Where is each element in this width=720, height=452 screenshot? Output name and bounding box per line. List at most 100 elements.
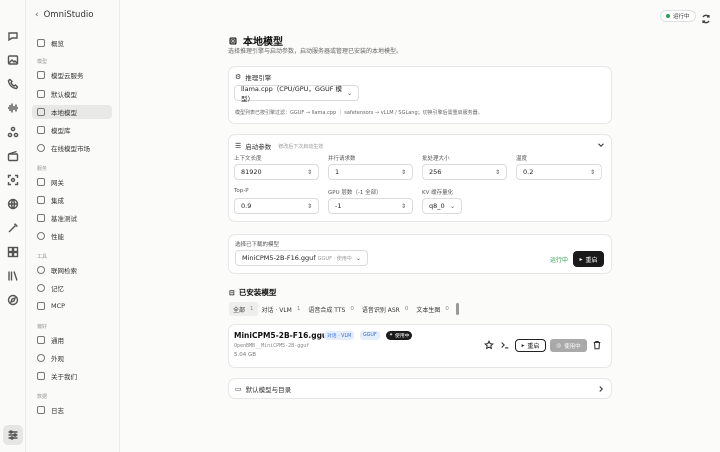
activity-icon	[37, 214, 45, 222]
sidebar-item-mcp[interactable]: MCP	[32, 299, 138, 313]
library-icon[interactable]	[6, 269, 20, 283]
icon-rail	[0, 0, 26, 452]
restart-server-button[interactable]: ▸ 重启	[573, 251, 604, 267]
temp-input[interactable]: 0.2 ⇕	[516, 164, 602, 180]
sidebar-item-benchmark[interactable]: 基准测试	[32, 211, 138, 225]
app-window: ‹ OmniStudio 概览 模型 模型云服务 默认模型 本地模型 模型库 在…	[0, 0, 720, 452]
globe-icon	[37, 266, 45, 274]
play-icon: ▸	[521, 342, 525, 349]
settings-sliders-icon[interactable]	[3, 425, 23, 445]
info-icon	[37, 372, 45, 380]
default-models-row: ▭ 默认模型与目录	[235, 385, 292, 394]
sliders-icon	[37, 90, 45, 98]
engine-select[interactable]: llama.cpp（CPU/GPU，GGUF 模型） ⌄	[234, 85, 359, 103]
agents-icon[interactable]	[6, 125, 20, 139]
gpu-layers-input[interactable]: -1 ⇕	[328, 198, 413, 214]
kv-cache-select[interactable]: q8_0 ⌄	[422, 198, 462, 214]
gauge-icon	[37, 232, 45, 240]
sliders-icon: ☰	[235, 142, 242, 150]
stepper-icon: ⇕	[400, 168, 406, 176]
sidebar-item-local[interactable]: 本地模型	[32, 105, 112, 119]
sidebar-item-overview[interactable]: 概览	[32, 36, 138, 50]
folder-icon: ▭	[235, 385, 242, 393]
star-icon[interactable]	[483, 339, 495, 351]
tabs-scrollbar[interactable]	[455, 303, 459, 315]
sidebar-item-appearance[interactable]: 外观	[32, 351, 138, 365]
in-use-button[interactable]: ◎ 使用中	[550, 339, 587, 352]
server-status-pill[interactable]: 运行中	[660, 10, 696, 22]
tab-tts[interactable]: 语音合成 TTS 0	[304, 302, 357, 316]
running-status: 运行中	[550, 257, 569, 264]
plug-icon	[37, 178, 45, 186]
back-link[interactable]: ‹ OmniStudio	[35, 10, 93, 20]
chip-format: GGUF	[360, 331, 380, 340]
trash-icon[interactable]	[591, 339, 603, 351]
batch-label: 批处理大小	[422, 156, 450, 162]
installed-section-title: ⊟ 已安装模型	[229, 288, 277, 297]
drive-icon: ⊟	[229, 288, 235, 297]
sidebar-item-logs[interactable]: 日志	[32, 403, 138, 417]
kv-cache-label: KV 缓存量化	[422, 190, 454, 196]
top-p-input[interactable]: 0.9 ⇕	[234, 198, 319, 214]
clapper-icon[interactable]	[6, 149, 20, 163]
wand-icon[interactable]	[6, 221, 20, 235]
installed-tabs: 全部 1 对话 · VLM 1 语音合成 TTS 0 语音识别 ASR 0 文本生图 0	[229, 302, 459, 316]
chip-icon	[37, 108, 45, 116]
globe-icon[interactable]	[6, 197, 20, 211]
stepper-icon: ⇕	[306, 202, 312, 210]
phone-icon[interactable]	[6, 77, 20, 91]
ctx-input[interactable]: 81920 ⇕	[234, 164, 319, 180]
sidebar-item-market[interactable]: 在线模型市场	[32, 141, 138, 155]
stepper-icon: ⇕	[400, 202, 406, 210]
image-icon[interactable]	[6, 53, 20, 67]
engine-card-title: ⚙ 推理引擎	[235, 73, 272, 82]
sidebar-item-library[interactable]: 模型库	[32, 123, 138, 137]
compass-icon[interactable]	[6, 293, 20, 307]
installed-model-path: OpenBMB__MiniCPM5-2B-gguf	[234, 343, 310, 349]
terminal-icon: ▸	[579, 255, 583, 263]
restart-model-button[interactable]: ▸ 重启	[515, 339, 546, 352]
ctx-label: 上下文长度	[234, 156, 262, 162]
sidebar-item-default[interactable]: 默认模型	[32, 87, 138, 101]
waveform-icon[interactable]	[6, 101, 20, 115]
cpu-icon	[229, 37, 237, 44]
chip-type: 对话 · VLM	[324, 331, 355, 340]
sidebar-item-gateway[interactable]: 网关	[32, 175, 138, 189]
section-label-tools: 工具	[37, 254, 48, 260]
list-icon	[37, 336, 45, 344]
section-label-models: 模型	[37, 59, 48, 65]
downloaded-model-select[interactable]: MiniCPM5-2B-F16.gguf GGUF · 使用中 ⌄	[235, 250, 368, 266]
stepper-icon: ⇕	[494, 168, 500, 176]
collapse-chevron-icon[interactable]	[595, 139, 607, 151]
tab-chat-vlm[interactable]: 对话 · VLM 1	[258, 302, 305, 316]
batch-input[interactable]: 256 ⇕	[422, 164, 507, 180]
parallel-input[interactable]: 1 ⇕	[328, 164, 413, 180]
scan-icon[interactable]	[6, 173, 20, 187]
apps-icon[interactable]	[6, 245, 20, 259]
stepper-icon: ⇕	[306, 168, 312, 176]
box-icon	[37, 126, 45, 134]
tab-all[interactable]: 全部 1	[229, 302, 258, 316]
tab-text-to-image[interactable]: 文本生图 0	[412, 302, 453, 316]
plug-icon	[37, 302, 45, 310]
chevron-right-icon[interactable]	[595, 383, 607, 395]
cpu-icon: ⚙	[235, 73, 242, 81]
sidebar-item-about[interactable]: 关于我们	[32, 369, 138, 383]
tab-asr[interactable]: 语音识别 ASR 0	[358, 302, 413, 316]
sidebar-item-general[interactable]: 通用	[32, 333, 138, 347]
sidebar-item-integration[interactable]: 集成	[32, 193, 138, 207]
sync-icon[interactable]	[700, 10, 712, 24]
chevron-down-icon: ⌄	[346, 89, 352, 97]
sidebar-item-performance[interactable]: 性能	[32, 229, 138, 243]
terminal-icon[interactable]	[499, 339, 511, 351]
market-icon	[37, 144, 45, 152]
puzzle-icon	[37, 196, 45, 204]
sidebar-item-cloud[interactable]: 模型云服务	[32, 68, 138, 82]
chat-icon[interactable]	[6, 29, 20, 43]
sidebar-item-memory[interactable]: 记忆	[32, 281, 138, 295]
sidebar-item-websearch[interactable]: 联网检索	[32, 263, 138, 277]
palette-icon	[37, 354, 45, 362]
section-label-services: 服务	[37, 166, 48, 172]
gpu-layers-label: GPU 层数（-1 全部）	[328, 190, 382, 196]
top-p-label: Top-P	[234, 188, 249, 194]
